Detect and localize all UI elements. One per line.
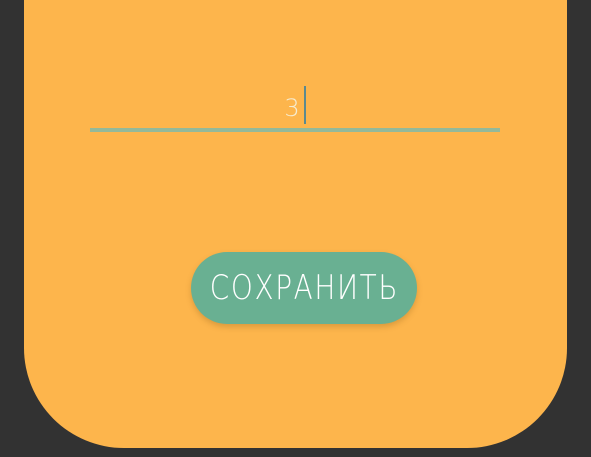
input-value-container[interactable]: 3 xyxy=(90,86,500,128)
text-cursor xyxy=(303,86,306,124)
save-button[interactable]: СОХРАНИТЬ xyxy=(191,252,417,324)
app-screen: 3 СОХРАНИТЬ xyxy=(0,0,591,457)
save-button-label: СОХРАНИТЬ xyxy=(209,268,399,308)
number-input-field[interactable]: 3 xyxy=(90,80,500,132)
input-value[interactable]: 3 xyxy=(284,94,300,122)
input-underline xyxy=(90,128,500,132)
dialog-card: 3 СОХРАНИТЬ xyxy=(24,0,567,448)
